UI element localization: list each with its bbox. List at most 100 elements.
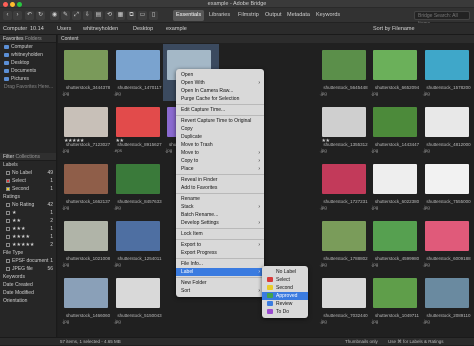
- new-folder-icon[interactable]: ▭: [138, 11, 147, 20]
- thumbnail[interactable]: shutterstock_6022380.jpg: [369, 158, 425, 215]
- search-input[interactable]: Bridge Search: All Items: [414, 11, 470, 20]
- filter-tab[interactable]: Filter: [3, 154, 14, 160]
- context-menu-item[interactable]: Label›: [176, 268, 264, 276]
- context-menu-item[interactable]: Rename: [176, 195, 264, 203]
- filter-rating-5[interactable]: ★★★★★2: [0, 241, 56, 249]
- thumbnail[interactable]: shutterstock_1254011.jpg: [112, 215, 168, 272]
- camera-icon[interactable]: ◉: [50, 11, 59, 20]
- label-menu-item[interactable]: Approved: [262, 292, 308, 300]
- favorites-tab[interactable]: Favorites: [3, 36, 24, 42]
- refine-icon[interactable]: ▦: [116, 11, 125, 20]
- date-modified-header[interactable]: Date Modified: [0, 289, 56, 297]
- rotate-icon[interactable]: ⟲: [105, 11, 114, 20]
- thumbnail[interactable]: shutterstock_1578200.jpg: [421, 44, 474, 101]
- transform-icon[interactable]: ⤢: [72, 11, 81, 20]
- keywords-header[interactable]: Keywords: [0, 273, 56, 281]
- thumbnail[interactable]: shutterstock_1049711.jpg: [369, 272, 425, 329]
- label-menu-item[interactable]: To Do: [262, 308, 308, 316]
- thumbnail[interactable]: shutterstock_2089110.jpg: [421, 272, 474, 329]
- label-menu-item[interactable]: Second: [262, 284, 308, 292]
- tab-keywords[interactable]: Keywords: [313, 10, 343, 21]
- thumbnail[interactable]: shutterstock_1021008.jpg: [60, 215, 116, 272]
- paint-icon[interactable]: ✎: [61, 11, 70, 20]
- filter-tab-header[interactable]: Filter Collections: [0, 153, 56, 161]
- context-menu-item[interactable]: Reveal in Finder: [176, 176, 264, 184]
- thumbnail[interactable]: ★★★★★shutterstock_7123027.jpg: [60, 101, 116, 158]
- context-menu-item[interactable]: Duplicate: [176, 133, 264, 141]
- context-menu-item[interactable]: Add to Favorites: [176, 184, 264, 192]
- fav-home[interactable]: whitneyholden: [0, 51, 56, 59]
- context-menu-item[interactable]: File Info...: [176, 260, 264, 268]
- checkbox[interactable]: [6, 227, 10, 231]
- collections-tab[interactable]: Collections: [16, 154, 40, 160]
- forward-icon[interactable]: ›: [13, 11, 22, 20]
- context-menu-item[interactable]: Place›: [176, 165, 264, 173]
- checkbox[interactable]: [6, 219, 10, 223]
- filter-rating-1[interactable]: ★1: [0, 209, 56, 217]
- output-icon[interactable]: ▤: [94, 11, 103, 20]
- labels-header[interactable]: Labels: [0, 161, 56, 169]
- context-menu-item[interactable]: Move to›: [176, 149, 264, 157]
- checkbox[interactable]: [6, 267, 10, 271]
- open-recent-icon[interactable]: ⧉: [127, 11, 136, 20]
- thumbnail[interactable]: shutterstock_5645448.jpg: [318, 44, 374, 101]
- ratings-header[interactable]: Ratings: [0, 193, 56, 201]
- filter-eps[interactable]: EPSF document1: [0, 257, 56, 265]
- date-created-header[interactable]: Date Created: [0, 281, 56, 289]
- context-menu-item[interactable]: Batch Rename...: [176, 211, 264, 219]
- thumbnail[interactable]: [266, 44, 322, 101]
- tab-libraries[interactable]: Libraries: [206, 10, 233, 21]
- context-menu-item[interactable]: Export to›: [176, 241, 264, 249]
- thumbnail[interactable]: shutterstock_5150043.jpg: [112, 272, 168, 329]
- thumbnail[interactable]: ★★shutterstock_8915627.eps: [112, 101, 168, 158]
- favorites-tab-header[interactable]: Favorites Folders: [0, 35, 56, 43]
- thumbnail[interactable]: shutterstock_1727231.jpg: [318, 158, 374, 215]
- folders-tab[interactable]: Folders: [25, 36, 42, 42]
- tab-output[interactable]: Output: [262, 10, 285, 21]
- filter-second[interactable]: Second 1: [0, 185, 56, 193]
- context-menu-item[interactable]: New Folder: [176, 279, 264, 287]
- context-menu-item[interactable]: Stack›: [176, 203, 264, 211]
- back-icon[interactable]: ‹: [3, 11, 12, 20]
- import-icon[interactable]: ⇩: [83, 11, 92, 20]
- thumbnail[interactable]: shutterstock_7032440.jpg: [318, 272, 374, 329]
- context-menu-item[interactable]: Open: [176, 71, 264, 79]
- thumbnail[interactable]: [266, 158, 322, 215]
- thumbnail[interactable]: shutterstock_8457633.jpg: [112, 158, 168, 215]
- thumbnail[interactable]: shutterstock_7555000.jpg: [421, 158, 474, 215]
- context-menu-item[interactable]: Open In Camera Raw...: [176, 87, 264, 95]
- breadcrumb-users[interactable]: Users: [57, 25, 71, 33]
- filter-rating-0[interactable]: No Rating42: [0, 201, 56, 209]
- filter-rating-4[interactable]: ★★★★1: [0, 233, 56, 241]
- orientation-header[interactable]: Orientation: [0, 297, 56, 305]
- tab-essentials[interactable]: Essentials: [173, 10, 204, 21]
- thumbnail[interactable]: shutterstock_1466060.jpg: [60, 272, 116, 329]
- breadcrumb-home[interactable]: whitneyholden: [83, 25, 118, 33]
- context-menu-item[interactable]: Purge Cache for Selection: [176, 95, 264, 103]
- context-menu-item[interactable]: Lock Item: [176, 230, 264, 238]
- thumbnail[interactable]: shutterstock_4599980.jpg: [369, 215, 425, 272]
- thumbnail[interactable]: [266, 101, 322, 158]
- label-menu-item[interactable]: Select: [262, 276, 308, 284]
- thumbnail[interactable]: shutterstock_6652094.jpg: [369, 44, 425, 101]
- thumbnail[interactable]: shutterstock_1470117.jpg: [112, 44, 168, 101]
- thumbnail[interactable]: shutterstock_1443447.jpg: [369, 101, 425, 158]
- context-menu-item[interactable]: Copy to›: [176, 157, 264, 165]
- checkbox[interactable]: [6, 171, 10, 175]
- tab-metadata[interactable]: Metadata: [284, 10, 313, 21]
- thumbnail[interactable]: ★★shutterstock_1355312.jpg: [318, 101, 374, 158]
- checkbox[interactable]: [6, 203, 10, 207]
- filetype-header[interactable]: File Type: [0, 249, 56, 257]
- context-menu-item[interactable]: Copy: [176, 125, 264, 133]
- checkbox[interactable]: [6, 187, 10, 191]
- filter-jpeg[interactable]: JPEG file56: [0, 265, 56, 273]
- breadcrumb-version[interactable]: 10.14: [30, 25, 44, 33]
- checkbox[interactable]: [6, 243, 10, 247]
- fav-computer[interactable]: Computer: [0, 43, 56, 51]
- context-menu-item[interactable]: Edit Capture Time...: [176, 106, 264, 114]
- tab-filmstrip[interactable]: Filmstrip: [235, 10, 262, 21]
- context-menu-item[interactable]: Develop Settings›: [176, 219, 264, 227]
- fav-documents[interactable]: Documents: [0, 67, 56, 75]
- checkbox[interactable]: [6, 179, 10, 183]
- filter-no-label[interactable]: No Label 49: [0, 169, 56, 177]
